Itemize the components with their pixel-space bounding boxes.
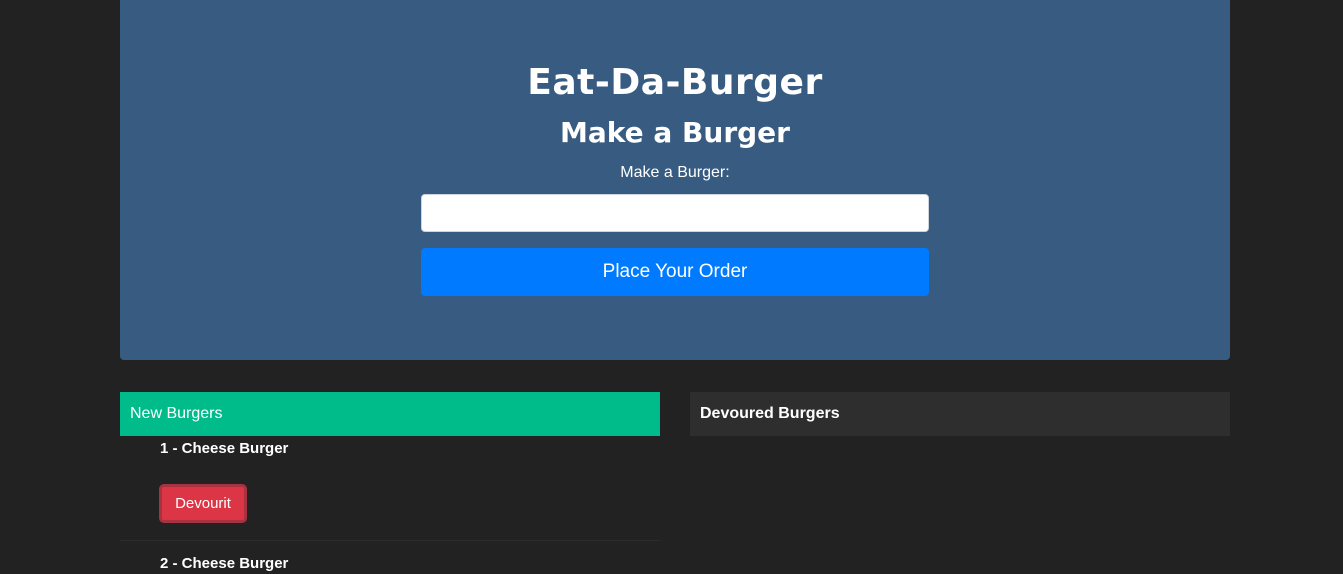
burger-name-input[interactable] [421, 194, 929, 232]
devour-button[interactable]: Devourit [159, 484, 247, 523]
list-divider [120, 540, 660, 541]
form-heading: Make a Burger [560, 116, 790, 149]
burger-item-name: 1 - Cheese Burger [160, 440, 289, 457]
devoured-burgers-header: Devoured Burgers [690, 392, 1230, 436]
place-order-button[interactable]: Place Your Order [421, 248, 929, 296]
burger-item-name: 2 - Cheese Burger [160, 555, 289, 572]
hero-panel: Eat-Da-Burger Make a Burger Make a Burge… [120, 0, 1230, 360]
app-title: Eat-Da-Burger [527, 62, 823, 103]
new-burgers-header: New Burgers [120, 392, 660, 436]
burger-input-label: Make a Burger: [620, 164, 730, 181]
